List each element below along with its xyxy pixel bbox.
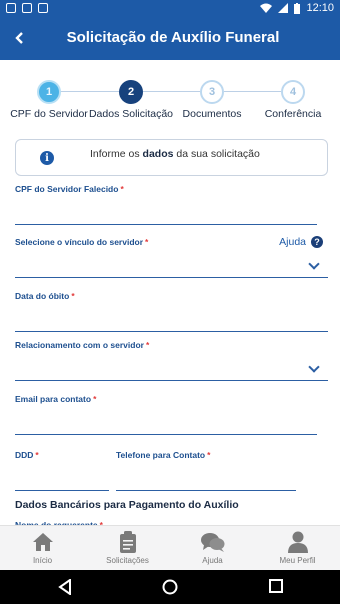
mail-icon [6,3,16,13]
ddd-underline [15,490,109,491]
ddd-label: DDD [15,450,34,460]
step-number: 1 [37,80,61,104]
chevron-down-icon [308,258,320,270]
required-mark: * [93,394,97,404]
data-obito-label: Data do óbito [15,291,70,301]
required-mark: * [71,291,75,301]
telefone-label: Telefone para Contato [116,450,206,460]
required-mark: * [145,237,149,247]
required-mark: * [207,450,211,460]
ddd-field[interactable]: DDD * [15,450,109,492]
help-icon: ? [311,236,323,248]
signal-icon [278,3,289,13]
nav-label: Início [32,556,53,565]
info-banner: i Informe os dados da sua solicitação [15,139,328,176]
relacionamento-underline [15,380,328,381]
cpf-underline [15,224,317,225]
clipboard-icon [119,531,136,553]
bank-section-title: Dados Bancários para Pagamento do Auxíli… [15,499,239,511]
email-underline [15,434,317,435]
system-navigation-bar [0,570,340,604]
vinculo-underline [15,277,328,278]
step-cpf-servidor[interactable]: 1 CPF do Servidor [4,78,94,120]
nav-solicitacoes[interactable]: Solicitações [85,531,170,565]
nav-label: Solicitações [106,556,149,565]
nav-inicio[interactable]: Início [0,531,85,565]
step-label: Dados Solicitação [88,108,174,120]
telefone-field[interactable]: Telefone para Contato * [116,450,296,492]
bottom-navigation: Início Solicitações Ajuda Meu Perfil [0,525,340,570]
home-circle-icon[interactable] [162,579,178,595]
data-obito-field[interactable]: Data do óbito * [15,291,328,333]
chat-bubbles-icon [200,533,224,552]
email-field[interactable]: Email para contato * [15,394,317,436]
required-mark: * [145,340,150,350]
app-bar: Solicitação de Auxílio Funeral [0,18,340,60]
status-time: 12:10 [306,2,334,14]
info-text: Informe os dados da sua solicitação [90,148,260,160]
relacionamento-label: Relacionamento com o servidor [15,340,144,350]
person-icon [287,531,308,553]
telefone-underline [116,490,296,491]
step-documentos[interactable]: 3 Documentos [167,78,257,120]
recents-square-icon[interactable] [269,579,283,593]
step-number: 2 [119,80,143,104]
ajuda-link[interactable]: Ajuda ? [279,236,323,248]
chevron-down-icon [308,361,320,373]
image-icon [22,3,32,13]
vinculo-label: Selecione o vínculo do servidor [15,237,144,247]
info-icon: i [40,151,54,165]
nav-ajuda[interactable]: Ajuda [170,531,255,565]
step-number: 3 [200,80,224,104]
relacionamento-select[interactable]: Relacionamento com o servidor * [15,340,328,382]
ajuda-link-label: Ajuda [279,236,306,248]
data-obito-underline [15,331,328,332]
page-title: Solicitação de Auxílio Funeral [66,29,280,46]
step-number: 4 [281,80,305,104]
back-triangle-icon[interactable] [58,579,72,595]
cpf-field[interactable]: CPF do Servidor Falecido * [15,184,317,226]
required-mark: * [35,450,39,460]
nav-meu-perfil[interactable]: Meu Perfil [255,531,340,565]
wifi-icon [260,3,273,13]
email-label: Email para contato [15,394,92,404]
progress-stepper: 1 CPF do Servidor 2 Dados Solicitação 3 … [0,78,340,124]
nav-label: Meu Perfil [279,556,316,565]
step-label: CPF do Servidor [10,108,88,120]
nav-label: Ajuda [202,556,223,565]
step-conferencia[interactable]: 4 Conferência [248,78,338,120]
step-dados-solicitacao[interactable]: 2 Dados Solicitação [86,78,176,120]
step-label: Conferência [264,108,322,120]
status-bar: 12:10 [0,0,340,18]
battery-icon [294,2,301,14]
app-a-icon [38,3,48,13]
cpf-label: CPF do Servidor Falecido [15,184,119,194]
required-mark: * [120,184,124,194]
home-icon [32,533,53,551]
step-label: Documentos [182,108,242,120]
